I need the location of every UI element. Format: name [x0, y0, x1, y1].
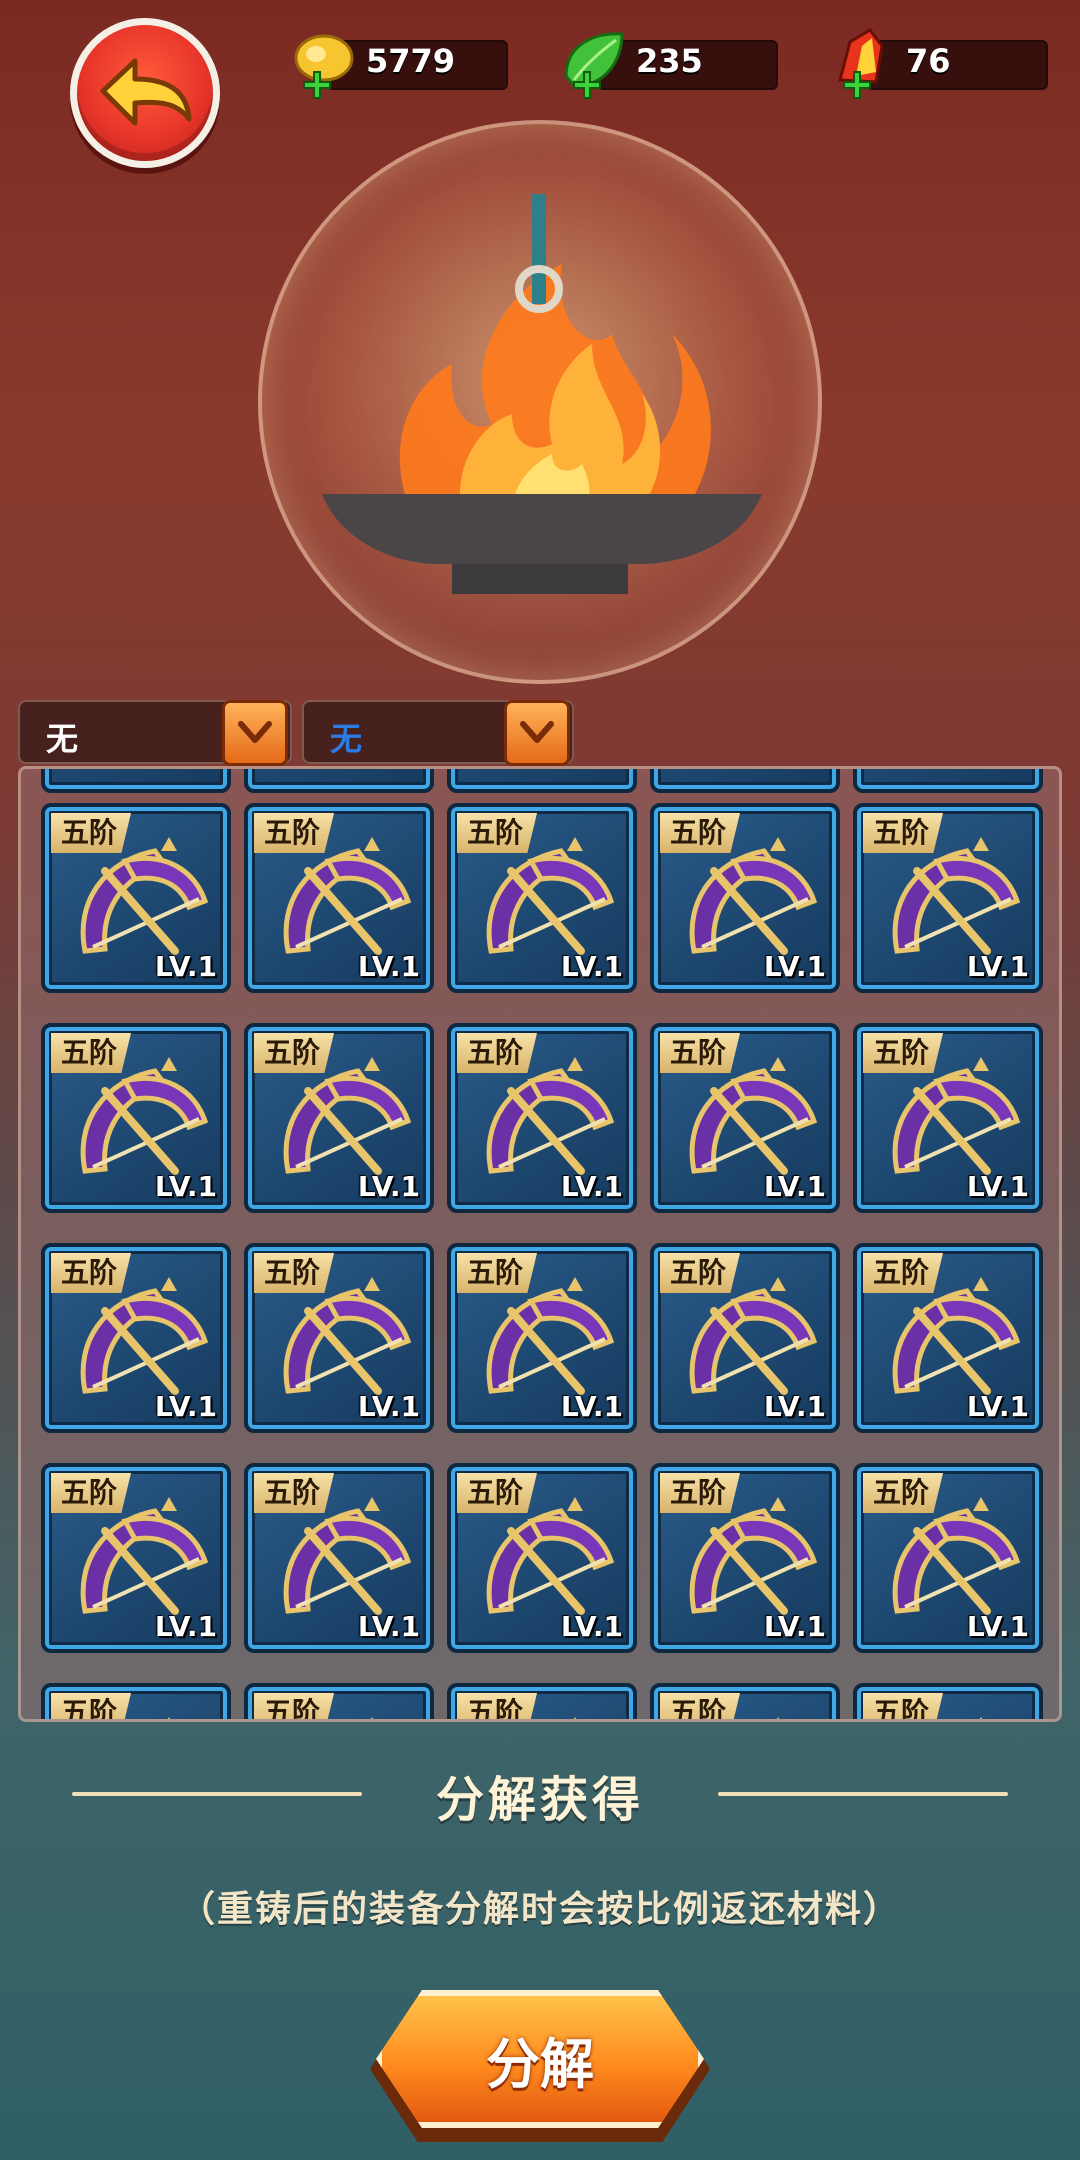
gold-amount: 5779 — [366, 42, 456, 80]
tier-badge: 五阶 — [51, 1473, 132, 1513]
level-label: LV.1 — [763, 1610, 826, 1643]
forge-orb — [258, 120, 822, 684]
equipment-card[interactable]: 五阶 LV.1 — [447, 1243, 637, 1433]
level-label: LV.1 — [763, 1390, 826, 1423]
tier-badge: 五阶 — [457, 1033, 538, 1073]
tier-badge: 五阶 — [863, 1693, 944, 1719]
level-label: LV.1 — [966, 1390, 1029, 1423]
filter-dropdown-2[interactable]: 无 — [302, 700, 574, 766]
tier-badge: 五阶 — [863, 1253, 944, 1293]
green-leaf-icon — [564, 32, 624, 99]
equipment-card[interactable]: 五阶 LV.1 — [244, 1463, 434, 1653]
equipment-card[interactable]: 五阶 LV.1 — [650, 1463, 840, 1653]
tier-badge: 五阶 — [457, 1473, 538, 1513]
tier-badge: 五阶 — [254, 813, 335, 853]
level-label: LV.1 — [154, 1610, 217, 1643]
tier-badge: 五阶 — [863, 1033, 944, 1073]
leaf-amount: 235 — [636, 42, 703, 80]
equipment-grid-panel[interactable]: 五阶 LV.1 五阶 LV.1 五阶 LV.1 五阶 LV.1 五阶 LV.1 五阶 LV.1 五阶 LV… — [18, 766, 1062, 1722]
level-label: LV.1 — [560, 1170, 623, 1203]
level-label: LV.1 — [357, 1390, 420, 1423]
level-label: LV.1 — [357, 1610, 420, 1643]
tier-badge: 五阶 — [660, 1253, 741, 1293]
equipment-card[interactable]: 五阶 LV.1 — [244, 1023, 434, 1213]
level-label: LV.1 — [966, 1170, 1029, 1203]
equipment-card[interactable]: 五阶LV.1 — [853, 1683, 1043, 1719]
back-arrow-icon — [100, 58, 192, 126]
level-label: LV.1 — [357, 950, 420, 983]
equipment-card[interactable]: 五阶 LV.1 — [853, 1023, 1043, 1213]
hint-text: （重铸后的装备分解时会按比例返还材料） — [178, 1889, 901, 1930]
tier-badge: 五阶 — [660, 813, 741, 853]
currency-leaf[interactable]: 235 — [556, 30, 778, 99]
level-label: LV.1 — [154, 1390, 217, 1423]
forge-flame-icon — [322, 194, 762, 594]
tier-badge: 五阶 — [660, 1473, 741, 1513]
equipment-card[interactable]: 五阶 LV.1 — [447, 1023, 637, 1213]
equipment-card-partial[interactable] — [447, 769, 637, 793]
level-label: LV.1 — [966, 1610, 1029, 1643]
equipment-card[interactable]: 五阶LV.1 — [244, 1683, 434, 1719]
equipment-card[interactable]: 五阶 LV.1 — [650, 1243, 840, 1433]
equipment-card[interactable]: 五阶 LV.1 — [41, 803, 231, 993]
tier-badge: 五阶 — [51, 1033, 132, 1073]
tier-badge: 五阶 — [254, 1033, 335, 1073]
tier-badge: 五阶 — [254, 1253, 335, 1293]
currency-gold[interactable]: 5779 — [286, 30, 508, 99]
filter-2-value: 无 — [330, 720, 363, 758]
tier-badge: 五阶 — [457, 1693, 538, 1719]
tier-badge: 五阶 — [457, 813, 538, 853]
equipment-card[interactable]: 五阶LV.1 — [41, 1683, 231, 1719]
section-title: 分解获得 — [435, 1772, 644, 1828]
gem-amount: 76 — [906, 42, 951, 80]
equipment-card-partial[interactable] — [650, 769, 840, 793]
decompose-button-label: 分解 — [486, 2032, 594, 2096]
level-label: LV.1 — [560, 950, 623, 983]
filter-1-value: 无 — [46, 720, 79, 758]
level-label: LV.1 — [763, 950, 826, 983]
tier-badge: 五阶 — [660, 1033, 741, 1073]
level-label: LV.1 — [763, 1170, 826, 1203]
gold-coin-icon — [294, 34, 354, 99]
equipment-card[interactable]: 五阶 LV.1 — [853, 1243, 1043, 1433]
equipment-card[interactable]: 五阶LV.1 — [447, 1683, 637, 1719]
equipment-card-partial[interactable] — [41, 769, 231, 793]
decompose-button[interactable]: 分解 — [376, 1990, 704, 2128]
equipment-card[interactable]: 五阶LV.1 — [650, 1683, 840, 1719]
equipment-card[interactable]: 五阶 LV.1 — [447, 1463, 637, 1653]
red-crystal-icon — [838, 28, 884, 99]
currency-gem[interactable]: 76 — [826, 28, 1048, 99]
equipment-card[interactable]: 五阶 LV.1 — [650, 803, 840, 993]
equipment-card[interactable]: 五阶 LV.1 — [447, 803, 637, 993]
level-label: LV.1 — [966, 950, 1029, 983]
equipment-card[interactable]: 五阶 LV.1 — [650, 1023, 840, 1213]
equipment-card[interactable]: 五阶 LV.1 — [41, 1023, 231, 1213]
equipment-card[interactable]: 五阶 LV.1 — [853, 803, 1043, 993]
level-label: LV.1 — [154, 950, 217, 983]
tier-badge: 五阶 — [457, 1253, 538, 1293]
equipment-card[interactable]: 五阶 LV.1 — [244, 1243, 434, 1433]
chevron-down-icon[interactable] — [222, 700, 288, 766]
level-label: LV.1 — [560, 1610, 623, 1643]
equipment-card-partial[interactable] — [853, 769, 1043, 793]
chevron-down-icon[interactable] — [504, 700, 570, 766]
equipment-card[interactable]: 五阶 LV.1 — [41, 1463, 231, 1653]
filter-dropdown-1[interactable]: 无 — [18, 700, 292, 766]
equipment-card-partial[interactable] — [244, 769, 434, 793]
tier-badge: 五阶 — [660, 1693, 741, 1719]
level-label: LV.1 — [560, 1390, 623, 1423]
tier-badge: 五阶 — [863, 1473, 944, 1513]
level-label: LV.1 — [357, 1170, 420, 1203]
back-button[interactable] — [70, 18, 220, 168]
level-label: LV.1 — [154, 1170, 217, 1203]
equipment-card[interactable]: 五阶 LV.1 — [244, 803, 434, 993]
tier-badge: 五阶 — [51, 813, 132, 853]
equipment-card[interactable]: 五阶 LV.1 — [41, 1243, 231, 1433]
tier-badge: 五阶 — [51, 1693, 132, 1719]
tier-badge: 五阶 — [863, 813, 944, 853]
tier-badge: 五阶 — [254, 1473, 335, 1513]
tier-badge: 五阶 — [254, 1693, 335, 1719]
tier-badge: 五阶 — [51, 1253, 132, 1293]
equipment-card[interactable]: 五阶 LV.1 — [853, 1463, 1043, 1653]
